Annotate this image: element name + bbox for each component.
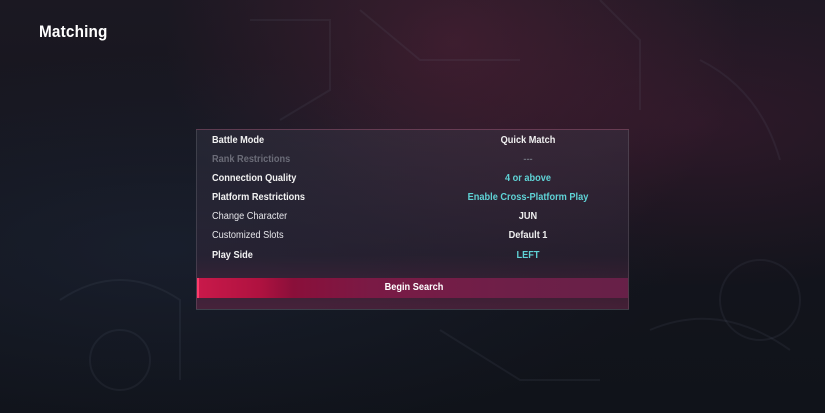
setting-value: --- <box>523 154 533 165</box>
setting-label: Rank Restrictions <box>212 154 291 165</box>
setting-label: Platform Restrictions <box>212 192 306 203</box>
setting-label: Customized Slots <box>212 230 284 241</box>
setting-value: LEFT <box>516 250 540 261</box>
setting-label: Change Character <box>212 211 288 222</box>
setting-label: Battle Mode <box>212 135 265 146</box>
setting-row-platform-restrictions[interactable]: Platform Restrictions Enable Cross-Platf… <box>197 188 628 207</box>
setting-value: Default 1 <box>508 230 548 241</box>
setting-row-change-character[interactable]: Change Character JUN <box>197 207 628 226</box>
setting-value: JUN <box>518 211 538 222</box>
setting-row-customized-slots[interactable]: Customized Slots Default 1 <box>197 226 628 245</box>
setting-value: 4 or above <box>504 173 552 184</box>
matching-settings-panel: Battle Mode Quick Match Rank Restriction… <box>196 129 629 310</box>
setting-row-connection-quality[interactable]: Connection Quality 4 or above <box>197 169 628 188</box>
begin-search-button[interactable]: Begin Search <box>197 278 628 298</box>
setting-row-rank-restrictions: Rank Restrictions --- <box>197 150 628 169</box>
setting-row-play-side[interactable]: Play Side LEFT <box>197 246 628 265</box>
setting-value: Quick Match <box>500 135 556 146</box>
setting-row-battle-mode[interactable]: Battle Mode Quick Match <box>197 131 628 150</box>
setting-label: Play Side <box>212 250 253 261</box>
setting-value: Enable Cross-Platform Play <box>467 192 589 203</box>
begin-search-label: Begin Search <box>384 282 443 293</box>
setting-label: Connection Quality <box>212 173 297 184</box>
page-title: Matching <box>39 22 108 41</box>
